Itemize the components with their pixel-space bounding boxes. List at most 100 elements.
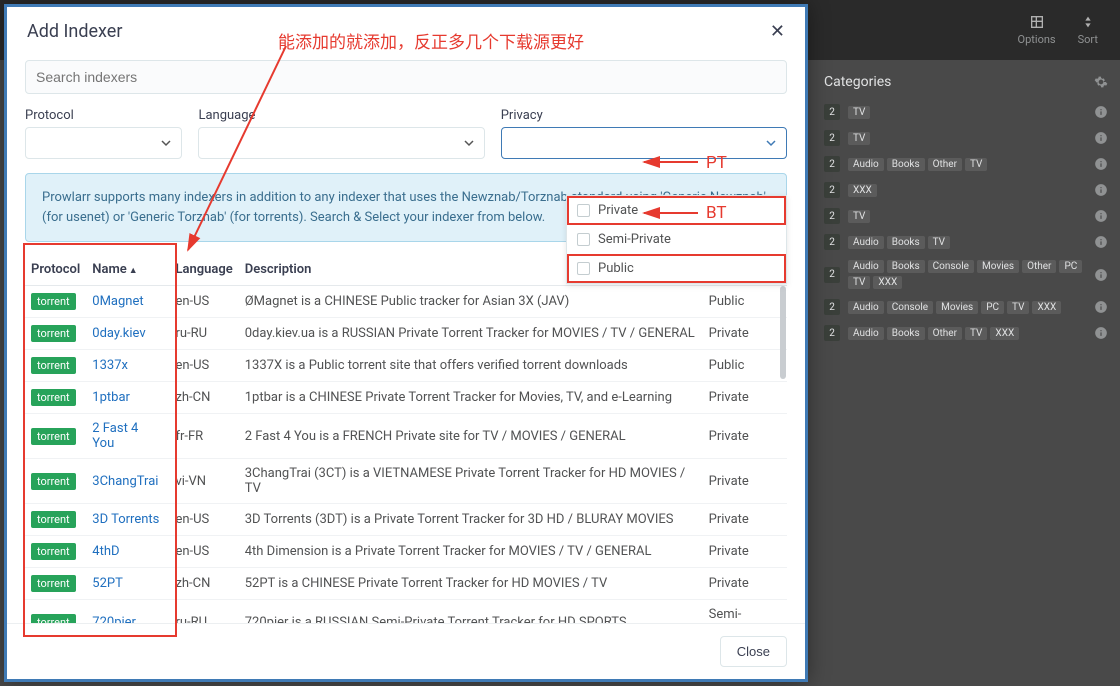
indexer-name[interactable]: 1ptbar [86, 382, 169, 414]
category-count: 2 [824, 299, 840, 315]
protocol-badge: torrent [31, 325, 76, 342]
table-row[interactable]: torrent4thDen-US4th Dimension is a Priva… [25, 536, 787, 568]
indexer-language: zh-CN [169, 382, 238, 414]
privacy-option-semi-private[interactable]: Semi-Private [567, 225, 786, 254]
indexer-description: ØMagnet is a CHINESE Public tracker for … [239, 286, 703, 318]
category-count: 2 [824, 156, 840, 172]
privacy-option-private[interactable]: Private [567, 196, 786, 225]
category-count: 2 [824, 267, 840, 283]
indexer-name[interactable]: 52PT [86, 568, 169, 600]
indexer-privacy: Public [703, 286, 787, 318]
protocol-badge: torrent [31, 473, 76, 490]
indexer-name[interactable]: 720pier [86, 600, 169, 624]
category-count: 2 [824, 234, 840, 250]
info-icon[interactable] [1094, 326, 1108, 340]
tag: Other [928, 327, 962, 340]
close-icon[interactable]: ✕ [770, 21, 785, 42]
indexer-description: 2 Fast 4 You is a FRENCH Private site fo… [239, 414, 703, 459]
indexer-language: en-US [169, 350, 238, 382]
privacy-dropdown: Private Semi-Private Public [566, 195, 787, 284]
indexer-description: 3D Torrents (3DT) is a Private Torrent T… [239, 504, 703, 536]
indexer-name[interactable]: 1337x [86, 350, 169, 382]
info-icon[interactable] [1094, 300, 1108, 314]
category-count: 2 [824, 130, 840, 146]
indexer-language: ru-RU [169, 600, 238, 624]
protocol-badge: torrent [31, 357, 76, 374]
category-row[interactable]: 2 TV [824, 104, 1108, 120]
annotation-text: 能添加的就添加，反正多几个下载源更好 [278, 28, 584, 53]
category-row[interactable]: 2AudioBooksOtherTV [824, 156, 1108, 172]
info-icon[interactable] [1094, 209, 1108, 223]
info-icon[interactable] [1094, 131, 1108, 145]
tag: PC [1059, 260, 1082, 273]
table-row[interactable]: torrent2 Fast 4 Youfr-FR2 Fast 4 You is … [25, 414, 787, 459]
category-tags: AudioBooksTV [848, 236, 1094, 249]
annotation-label-pt: PT [706, 153, 727, 173]
table-row[interactable]: torrent0day.kievru-RU0day.kiev.ua is a R… [25, 318, 787, 350]
category-count: 2 [824, 104, 840, 120]
indexer-name[interactable]: 3ChangTrai [86, 459, 169, 504]
indexer-name[interactable]: 4thD [86, 536, 169, 568]
chevron-down-icon [464, 138, 474, 148]
indexer-privacy: Semi-Private [703, 600, 787, 624]
indexer-description: 52PT is a CHINESE Private Torrent Tracke… [239, 568, 703, 600]
indexer-name[interactable]: 0Magnet [86, 286, 169, 318]
table-row[interactable]: torrent52PTzh-CN52PT is a CHINESE Privat… [25, 568, 787, 600]
options-label: Options [1018, 33, 1056, 46]
scrollbar-thumb[interactable] [780, 286, 786, 379]
tag: Console [928, 260, 974, 273]
indexer-name[interactable]: 2 Fast 4 You [86, 414, 169, 459]
indexer-name[interactable]: 0day.kiev [86, 318, 169, 350]
protocol-filter-label: Protocol [25, 108, 182, 123]
category-count: 2 [824, 208, 840, 224]
category-row[interactable]: 2AudioBooksConsoleMoviesOtherPCTVXXX [824, 260, 1108, 289]
category-row[interactable]: 2AudioBooksOtherTVXXX [824, 325, 1108, 341]
privacy-option-public[interactable]: Public [567, 254, 786, 283]
col-protocol[interactable]: Protocol [25, 254, 86, 286]
table-row[interactable]: torrent1ptbarzh-CN1ptbar is a CHINESE Pr… [25, 382, 787, 414]
privacy-option-label: Public [598, 261, 634, 276]
indexer-language: en-US [169, 504, 238, 536]
privacy-option-label: Private [598, 203, 638, 218]
table-row[interactable]: torrent 1337xen-US1337X is a Public torre… [25, 350, 787, 382]
options-button[interactable]: Options [1018, 14, 1056, 46]
category-row[interactable]: 2XXX [824, 182, 1108, 198]
col-language[interactable]: Language [169, 254, 238, 286]
info-icon[interactable] [1094, 157, 1108, 171]
search-input[interactable] [25, 60, 787, 94]
table-row[interactable]: torrent3D Torrentsen-US3D Torrents (3DT)… [25, 504, 787, 536]
sort-button[interactable]: Sort [1078, 14, 1098, 46]
info-icon[interactable] [1094, 105, 1108, 119]
info-icon[interactable] [1094, 268, 1108, 282]
category-row[interactable]: 2 AudioBooksTV [824, 234, 1108, 250]
add-indexer-modal: Add Indexer ✕ Protocol Language Privacy [4, 4, 808, 682]
tag: XXX [848, 184, 877, 197]
indexer-description: 4th Dimension is a Private Torrent Track… [239, 536, 703, 568]
info-icon[interactable] [1094, 183, 1108, 197]
gear-icon[interactable] [1094, 75, 1108, 89]
col-name[interactable]: Name▲ [86, 254, 169, 286]
protocol-filter[interactable] [25, 127, 182, 159]
close-button[interactable]: Close [720, 636, 787, 667]
table-row[interactable]: torrent720pierru-RU720pier is a RUSSIAN … [25, 600, 787, 624]
tag: TV [1007, 301, 1029, 314]
indexer-description: 1337X is a Public torrent site that offe… [239, 350, 703, 382]
table-row[interactable]: torrent0Magneten-USØMagnet is a CHINESE … [25, 286, 787, 318]
indexer-description: 720pier is a RUSSIAN Semi-Private Torren… [239, 600, 703, 624]
indexer-name[interactable]: 3D Torrents [86, 504, 169, 536]
category-row[interactable]: 2 TV [824, 208, 1108, 224]
checkbox-icon [577, 262, 590, 275]
tag: TV [848, 210, 870, 223]
language-filter[interactable] [198, 127, 484, 159]
chevron-down-icon [161, 138, 171, 148]
sort-label: Sort [1078, 33, 1098, 46]
info-icon[interactable] [1094, 235, 1108, 249]
category-row[interactable]: 2 AudioConsoleMoviesPCTVXXX [824, 299, 1108, 315]
category-tags: AudioConsoleMoviesPCTVXXX [848, 301, 1094, 314]
category-row[interactable]: 2TV [824, 130, 1108, 146]
tag: TV [848, 106, 870, 119]
table-row[interactable]: torrent3ChangTraivi-VN3ChangTrai (3CT) i… [25, 459, 787, 504]
tag: TV [965, 158, 987, 171]
privacy-filter[interactable] [501, 127, 787, 159]
tag: Other [928, 158, 962, 171]
